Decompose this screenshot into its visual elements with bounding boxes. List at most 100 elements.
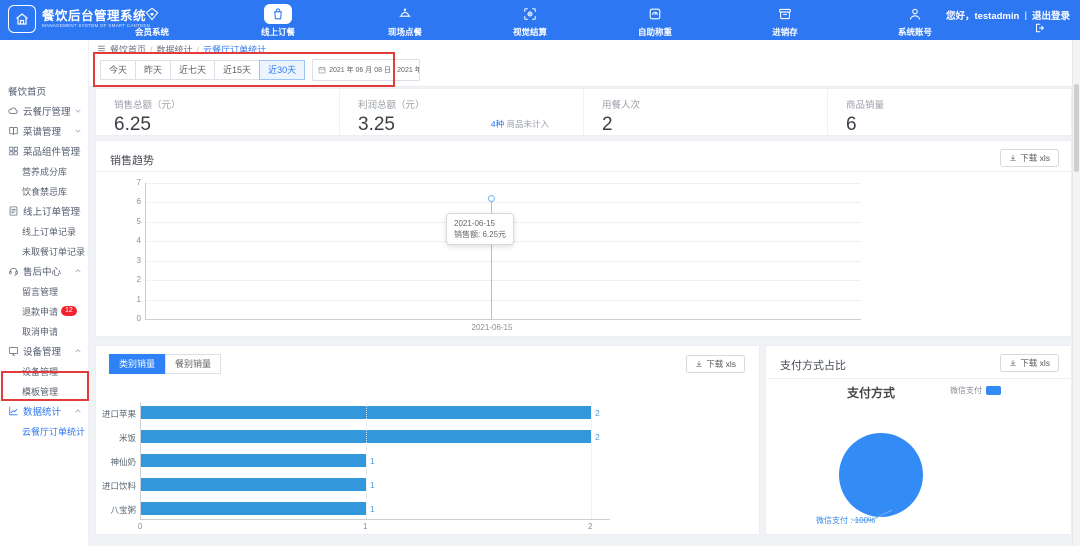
category-sales-card: 类别销量 餐别销量 下载 xls 进口苹果2米饭2神仙奶1进口饮料1八宝粥101…: [95, 345, 760, 535]
nav-item-label: 系统账号: [898, 26, 932, 38]
sidebar-item-label: 云餐厅订单统计: [22, 425, 85, 438]
sidebar-item-label: 留言管理: [22, 285, 58, 298]
stat-label: 销售总额（元）: [114, 97, 339, 111]
y-axis-tick: 2: [121, 275, 141, 284]
component-icon: [8, 146, 19, 157]
menu-book-icon: [8, 126, 19, 137]
filter-30days-button[interactable]: 近30天: [259, 60, 305, 80]
y-axis-tick: 1: [121, 295, 141, 304]
sidebar-item-5[interactable]: 饮食禁忌库: [0, 181, 110, 201]
bar-3[interactable]: [141, 478, 366, 491]
filter-today-button[interactable]: 今天: [100, 60, 136, 80]
bar-category-label: 进口苹果: [96, 408, 136, 420]
sidebar-item-11[interactable]: 退款申请12: [0, 301, 110, 321]
sales-trend-title: 销售趋势: [110, 152, 154, 168]
trend-download-button[interactable]: 下载 xls: [1000, 149, 1059, 167]
bar-value-label: 1: [370, 456, 375, 466]
sidebar-item-3[interactable]: 菜品组件管理: [0, 141, 88, 161]
nav-item-5[interactable]: 自助称重: [625, 4, 685, 38]
sidebar-item-14[interactable]: 设备管理: [0, 361, 110, 381]
nav-item-1[interactable]: 会员系统: [122, 4, 182, 38]
x-axis-line: [140, 519, 610, 520]
y-axis-tick: 7: [121, 178, 141, 187]
data-point-marker[interactable]: [488, 195, 495, 202]
sidebar-item-12[interactable]: 取消申请: [0, 321, 110, 341]
header-divider: [766, 378, 1071, 379]
breadcrumb-item-stats[interactable]: 数据统计: [157, 43, 193, 56]
logout-link[interactable]: 退出登录: [1032, 8, 1070, 22]
sidebar-item-label: 模板管理: [22, 385, 58, 398]
nav-item-3[interactable]: 现场点餐: [375, 4, 435, 38]
sidebar-item-label: 餐饮首页: [8, 84, 46, 98]
sidebar-item-4[interactable]: 营养成分库: [0, 161, 110, 181]
sidebar-item-label: 取消申请: [22, 325, 58, 338]
pie-slice-wechat[interactable]: [839, 433, 923, 517]
sidebar-item-label: 线上订单记录: [22, 225, 76, 238]
sidebar-item-8[interactable]: 未取餐订单记录: [0, 241, 110, 261]
sidebar-item-label: 菜品组件管理: [23, 144, 80, 158]
sidebar-item-0[interactable]: 餐饮首页: [0, 81, 96, 101]
chevron-up-icon: [74, 347, 82, 358]
sidebar-item-7[interactable]: 线上订单记录: [0, 221, 110, 241]
pie-chart-title: 支付方式: [806, 384, 936, 401]
filter-yesterday-button[interactable]: 昨天: [135, 60, 171, 80]
sidebar-item-label: 菜谱管理: [23, 124, 61, 138]
sidebar-item-6[interactable]: 线上订单管理: [0, 201, 88, 221]
breadcrumb-item-current: 云餐厅订单统计: [203, 43, 266, 56]
header-divider: [96, 171, 1071, 172]
filter-7days-button[interactable]: 近七天: [170, 60, 215, 80]
sidebar-item-9[interactable]: 售后中心: [0, 261, 88, 281]
nav-item-label: 进销存: [772, 26, 798, 38]
stat-value: 6: [846, 114, 1073, 136]
legend-label-wechat: 微信支付: [950, 385, 982, 396]
bar-value-label: 1: [370, 480, 375, 490]
nav-item-2[interactable]: 线上订餐: [248, 4, 308, 38]
user-separator: |: [1024, 10, 1027, 21]
download-icon: [1009, 154, 1017, 162]
gridline: [145, 202, 861, 203]
y-axis-tick: 3: [121, 256, 141, 265]
nav-item-7[interactable]: 系统账号: [885, 4, 945, 38]
sidebar-item-16[interactable]: 数据统计: [0, 401, 88, 421]
scrollbar-thumb[interactable]: [1074, 84, 1079, 172]
chevron-up-icon: [74, 207, 82, 218]
pie-legend[interactable]: 微信支付: [950, 385, 1001, 396]
nav-item-label: 线上订餐: [261, 26, 295, 38]
bar-2[interactable]: [141, 454, 366, 467]
sidebar-item-10[interactable]: 留言管理: [0, 281, 110, 301]
gridline: [145, 319, 861, 320]
nav-item-4[interactable]: 视觉结算: [500, 4, 560, 38]
stat-total-profit: 利润总额（元） 3.25 4种 商品未计入: [340, 89, 584, 135]
account-icon: [902, 4, 928, 24]
calendar-icon: [318, 66, 326, 74]
topbar: 餐饮后台管理系统 MANAGEMENT SYSTEM OF SMART CANT…: [0, 0, 1080, 40]
user-greeting: 您好，testadmin: [946, 8, 1019, 22]
gridline: [145, 280, 861, 281]
sidebar-item-17[interactable]: 云餐厅订单统计: [0, 421, 110, 441]
sidebar-item-label: 云餐厅管理: [23, 104, 71, 118]
category-bar-chart: 进口苹果2米饭2神仙奶1进口饮料1八宝粥1012: [96, 346, 759, 534]
download-label: 下载 xls: [1020, 357, 1050, 369]
sidebar-item-15[interactable]: 模板管理: [0, 381, 110, 401]
sidebar-item-label: 营养成分库: [22, 165, 67, 178]
nav-item-6[interactable]: 进销存: [755, 4, 815, 38]
breadcrumb-separator: /: [197, 45, 200, 55]
chart-tooltip: 2021-06-15 销售额: 6.25元: [446, 213, 514, 245]
app-window: 餐饮后台管理系统 MANAGEMENT SYSTEM OF SMART CANT…: [0, 0, 1080, 546]
inventory-icon: [772, 4, 798, 24]
payment-download-button[interactable]: 下载 xls: [1000, 354, 1059, 372]
breadcrumb-item-home[interactable]: 餐饮首页: [110, 43, 146, 56]
bar-4[interactable]: [141, 502, 366, 515]
sidebar-item-1[interactable]: 云餐厅管理: [0, 101, 88, 121]
logout-icon[interactable]: [946, 23, 1070, 33]
sidebar-item-2[interactable]: 菜谱管理: [0, 121, 88, 141]
bar-value-label: 2: [595, 408, 600, 418]
gridline: [591, 402, 593, 519]
user-area: 您好，testadmin | 退出登录: [946, 8, 1070, 33]
filter-15days-button[interactable]: 近15天: [214, 60, 260, 80]
date-range-picker[interactable]: 2021 年 06 月 08 日 - 2021 年 07 月 08 日: [312, 59, 420, 81]
scrollbar[interactable]: [1072, 40, 1080, 546]
stat-note-highlight: 4种: [491, 119, 504, 129]
sidebar-item-13[interactable]: 设备管理: [0, 341, 88, 361]
logo-house-icon: [8, 5, 36, 33]
